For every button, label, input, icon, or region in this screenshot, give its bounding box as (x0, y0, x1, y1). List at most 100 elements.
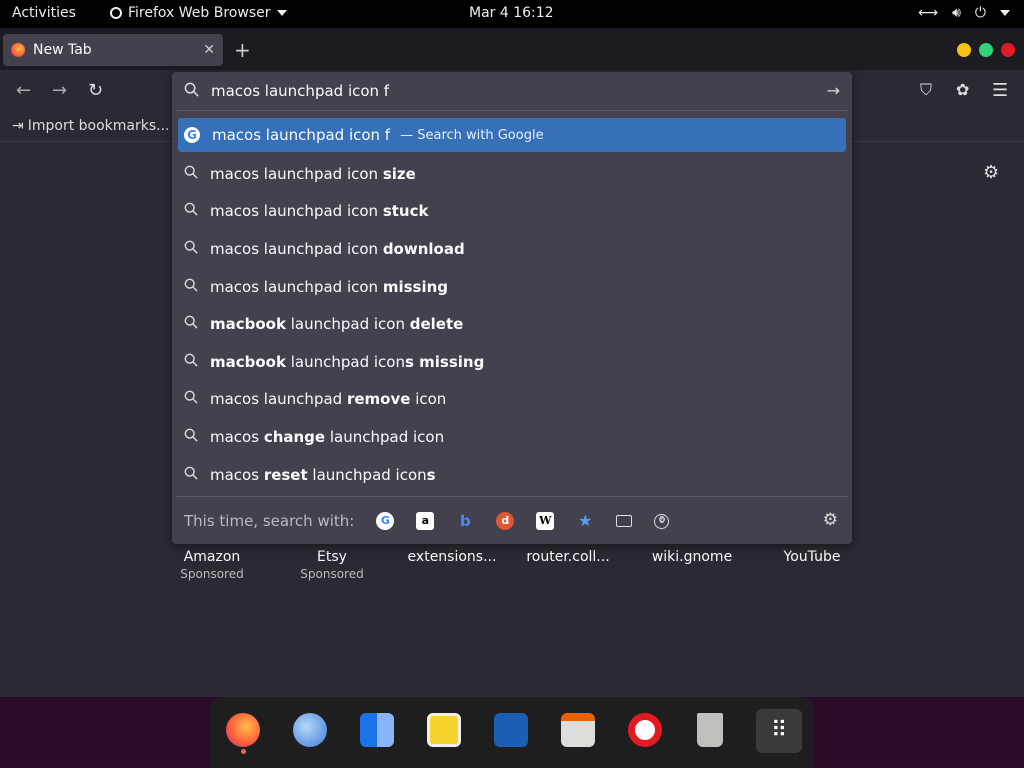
suggestion-row-selected[interactable]: G macos launchpad icon f — Search with G… (178, 118, 846, 152)
extensions-icon[interactable]: ✿ (956, 80, 969, 99)
writer-icon[interactable] (494, 713, 528, 747)
software-install-icon[interactable] (561, 713, 595, 747)
suggestion-hint: — Search with Google (400, 127, 544, 143)
suggestion-part: macos launchpad icon (210, 239, 383, 258)
one-off-label: This time, search with: (184, 512, 355, 530)
suggestion-bold-part: stuck (382, 202, 429, 221)
clock[interactable]: Mar 4 16:12 (469, 5, 554, 21)
import-bookmarks-label: Import bookmarks... (27, 118, 170, 134)
reload-icon[interactable]: ↻ (88, 80, 103, 101)
google-icon[interactable]: G (376, 512, 395, 530)
suggestion-bold-part: s missing (404, 352, 485, 371)
duckduckgo-icon[interactable]: d (496, 512, 515, 530)
suggestion-row[interactable]: macos launchpad remove icon (178, 381, 846, 419)
tile-label: wiki.gnome (651, 549, 733, 565)
search-icon (184, 466, 198, 484)
back-icon[interactable]: ← (16, 80, 31, 101)
tile-label: extensions... (407, 549, 497, 565)
suggestion-part: macos launchpad (210, 390, 347, 409)
suggestion-part: macos (210, 465, 264, 484)
suggestion-bold-part: reset (263, 465, 308, 484)
amazon-icon[interactable]: a (416, 512, 435, 530)
bing-icon[interactable]: b (456, 512, 474, 530)
suggestion-row[interactable]: macbook launchpad icons missing (178, 343, 846, 381)
wikipedia-icon[interactable]: W (536, 512, 555, 530)
suggestion-text: macos change launchpad icon (210, 428, 444, 446)
suggestion-part: macos launchpad icon (210, 202, 383, 221)
history-icon[interactable]: ⌚︎ (654, 513, 670, 529)
top-site-tile[interactable]: Etsy Sponsored (277, 549, 387, 581)
divider (176, 496, 848, 497)
top-bar: Activities Firefox Web Browser Mar 4 16:… (0, 0, 1024, 28)
maximize-button[interactable] (979, 43, 993, 57)
suggestion-row[interactable]: macbook launchpad icon delete (178, 305, 846, 343)
top-site-tile[interactable]: wiki.gnome (637, 549, 747, 565)
close-tab-icon[interactable]: ✕ (203, 42, 215, 58)
app-menu[interactable]: Firefox Web Browser (110, 5, 287, 21)
new-tab-button[interactable]: + (234, 38, 251, 62)
search-icon (184, 278, 198, 296)
suggestion-part: launchpad icon (307, 465, 427, 484)
suggestion-part: icon (410, 390, 447, 409)
trash-icon[interactable] (697, 713, 723, 747)
app-grid-icon: ⠿ (770, 718, 788, 743)
top-site-tile[interactable]: YouTube (757, 549, 867, 565)
dock: ⠿ (0, 697, 1024, 768)
import-bookmarks-button[interactable]: ⇥ Import bookmarks... (12, 118, 170, 134)
top-site-tile[interactable]: router.coll... (513, 549, 623, 565)
suggestion-bold-part: missing (382, 277, 448, 296)
forward-icon[interactable]: → (52, 80, 67, 101)
go-arrow-icon[interactable]: → (827, 81, 840, 100)
suggestion-row[interactable]: macos change launchpad icon (178, 418, 846, 456)
firefox-icon[interactable] (226, 713, 260, 747)
help-icon[interactable] (628, 713, 662, 747)
running-indicator (241, 749, 246, 754)
files-icon[interactable] (360, 713, 394, 747)
suggestion-text: macbook launchpad icons missing (210, 353, 484, 371)
search-icon (184, 202, 198, 220)
tab-new-tab[interactable]: New Tab ✕ (3, 34, 223, 66)
show-apps-button[interactable]: ⠿ (756, 709, 802, 753)
suggestion-row[interactable]: macos launchpad icon stuck (178, 193, 846, 231)
search-settings-icon[interactable]: ⚙ (823, 510, 838, 530)
suggestion-text: macos launchpad icon download (210, 240, 465, 258)
suggestion-part: macos (210, 427, 264, 446)
tile-sponsored: Sponsored (180, 567, 244, 581)
suggestion-text: macos launchpad icon missing (210, 278, 448, 296)
search-icon (184, 240, 198, 258)
pocket-icon[interactable]: ⛉ (920, 80, 932, 100)
one-off-search-bar: This time, search with: G a b d W ★ ⌚︎ ⚙ (184, 510, 844, 532)
thunderbird-icon[interactable] (293, 713, 327, 747)
urlbar[interactable]: macos launchpad icon f → (172, 72, 852, 110)
close-window-button[interactable] (1001, 43, 1015, 57)
rhythmbox-icon[interactable] (427, 713, 461, 747)
tile-label: YouTube (783, 549, 841, 565)
bookmarks-icon[interactable]: ★ (576, 512, 594, 530)
tab-title: New Tab (33, 42, 92, 58)
suggestion-part: launchpad icon (285, 315, 410, 334)
search-icon (184, 428, 198, 446)
tile-label: Etsy (317, 549, 347, 565)
gear-icon[interactable]: ⚙ (983, 162, 999, 183)
suggestion-text: macos launchpad remove icon (210, 390, 446, 408)
top-site-tile[interactable]: Amazon Sponsored (157, 549, 267, 581)
suggestion-row[interactable]: macos launchpad icon download (178, 230, 846, 268)
network-icon: ⟷ (918, 5, 939, 21)
chevron-down-icon (276, 10, 287, 16)
suggestion-row[interactable]: macos launchpad icon missing (178, 268, 846, 306)
top-site-tile[interactable]: extensions... (397, 549, 507, 565)
menu-icon[interactable]: ☰ (992, 80, 1008, 101)
search-icon (184, 353, 198, 371)
minimize-button[interactable] (957, 43, 971, 57)
suggestion-bold-part: remove (346, 390, 411, 409)
suggestion-row[interactable]: macos reset launchpad icons (178, 456, 846, 494)
system-tray[interactable]: ⟷ 🔊︎ ⏻ (918, 5, 1010, 21)
activities-button[interactable]: Activities (12, 5, 76, 21)
suggestion-bold-part: size (382, 164, 416, 183)
tabs-icon[interactable] (616, 515, 633, 527)
suggestion-part: launchpad icon (325, 427, 445, 446)
search-icon (184, 315, 198, 333)
tile-label: router.coll... (526, 549, 610, 565)
suggestion-row[interactable]: macos launchpad icon size (178, 155, 846, 193)
urlbar-input[interactable]: macos launchpad icon f (211, 82, 852, 100)
